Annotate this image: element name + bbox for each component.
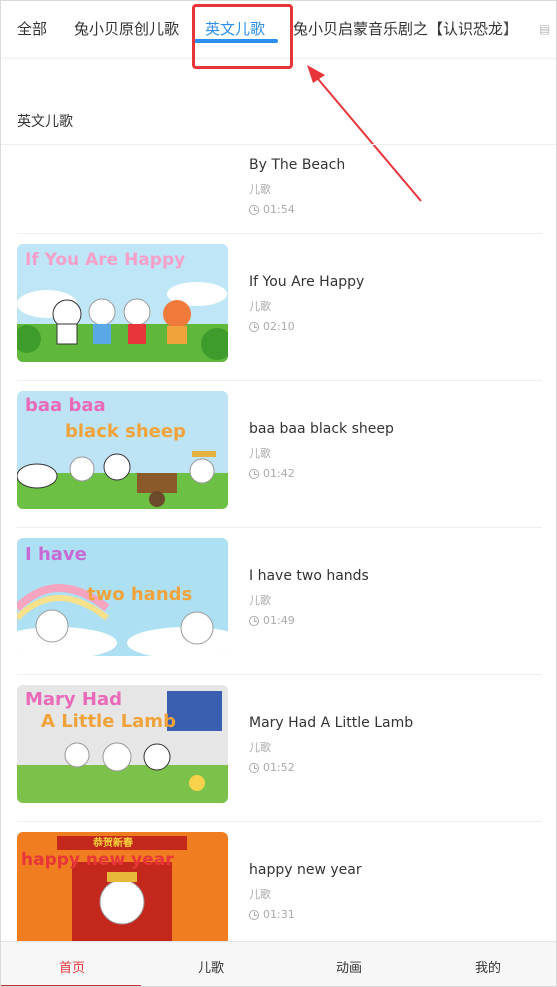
song-duration: 02:10 (249, 320, 364, 333)
song-category: 儿歌 (249, 447, 271, 460)
song-category: 儿歌 (249, 741, 271, 754)
song-thumbnail[interactable]: I have two hands (17, 538, 228, 656)
more-tabs-icon[interactable]: ▤ (539, 21, 553, 37)
song-duration: 01:42 (249, 467, 394, 480)
song-thumbnail[interactable]: If You Are Happy (17, 244, 228, 362)
song-thumbnail[interactable]: baa baa black sheep (17, 391, 228, 509)
song-duration: 01:31 (249, 908, 362, 921)
clock-icon (249, 204, 259, 215)
song-category: 儿歌 (249, 594, 271, 607)
clock-icon (249, 321, 259, 332)
song-title: If You Are Happy (249, 274, 365, 290)
song-category: 儿歌 (249, 888, 271, 901)
thumbnail-caption: If You Are Happy (25, 250, 186, 270)
clock-icon (249, 468, 259, 479)
song-title: Mary Had A Little Lamb (249, 715, 414, 731)
nav-songs[interactable]: 儿歌 (198, 957, 224, 976)
nav-mine[interactable]: 我的 (475, 957, 501, 976)
list-item[interactable]: I have two hands I have two hands 儿歌 01:… (17, 528, 542, 675)
thumbnail-caption: Mary Had (25, 689, 123, 710)
song-category: 儿歌 (249, 183, 271, 196)
nav-animation[interactable]: 动画 (336, 957, 362, 976)
song-list: By The Beach 儿歌 01:54 If You Are Happy I… (1, 145, 556, 969)
song-thumbnail[interactable]: Mary Had A Little Lamb (17, 685, 228, 803)
song-title: I have two hands (249, 568, 369, 584)
song-duration: 01:49 (249, 614, 369, 627)
thumbnail-caption: happy new year (21, 850, 174, 870)
list-item[interactable]: baa baa black sheep baa baa black sheep … (17, 381, 542, 528)
tab-dinosaur-musical[interactable]: 兔小贝启蒙音乐剧之【认识恐龙】 (293, 18, 518, 39)
song-category: 儿歌 (249, 300, 271, 313)
list-item[interactable]: Mary Had A Little Lamb Mary Had A Little… (17, 675, 542, 822)
tab-all[interactable]: 全部 (17, 18, 47, 39)
annotation-highlight-box (192, 4, 293, 69)
thumbnail-caption: A Little Lamb (41, 711, 176, 732)
song-thumbnail[interactable]: 恭贺新春 happy new year (17, 832, 228, 950)
tab-fade (501, 1, 541, 57)
song-title: happy new year (249, 862, 362, 878)
list-item[interactable]: By The Beach 儿歌 01:54 (17, 145, 542, 234)
thumbnail-caption: I have (25, 544, 87, 565)
thumbnail-caption: two hands (87, 584, 193, 605)
thumbnail-banner: 恭贺新春 (93, 838, 133, 849)
tab-original-songs[interactable]: 兔小贝原创儿歌 (74, 18, 179, 39)
thumbnail-caption: black sheep (65, 421, 186, 442)
bottom-navigation: 首页 儿歌 动画 我的 (1, 941, 556, 986)
song-title: baa baa black sheep (249, 421, 394, 437)
nav-home[interactable]: 首页 (59, 957, 85, 976)
thumbnail-caption: baa baa (25, 395, 106, 416)
song-duration: 01:52 (249, 761, 413, 774)
app-screen: 全部 兔小贝原创儿歌 英文儿歌 兔小贝启蒙音乐剧之【认识恐龙】 ▤ 英文儿歌 B… (0, 0, 557, 987)
clock-icon (249, 762, 259, 773)
song-title: By The Beach (249, 157, 346, 173)
song-duration: 01:54 (249, 203, 345, 216)
list-item[interactable]: If You Are Happy If You Are Happy 儿歌 02:… (17, 234, 542, 381)
clock-icon (249, 909, 259, 920)
clock-icon (249, 615, 259, 626)
section-title: 英文儿歌 (17, 114, 73, 130)
